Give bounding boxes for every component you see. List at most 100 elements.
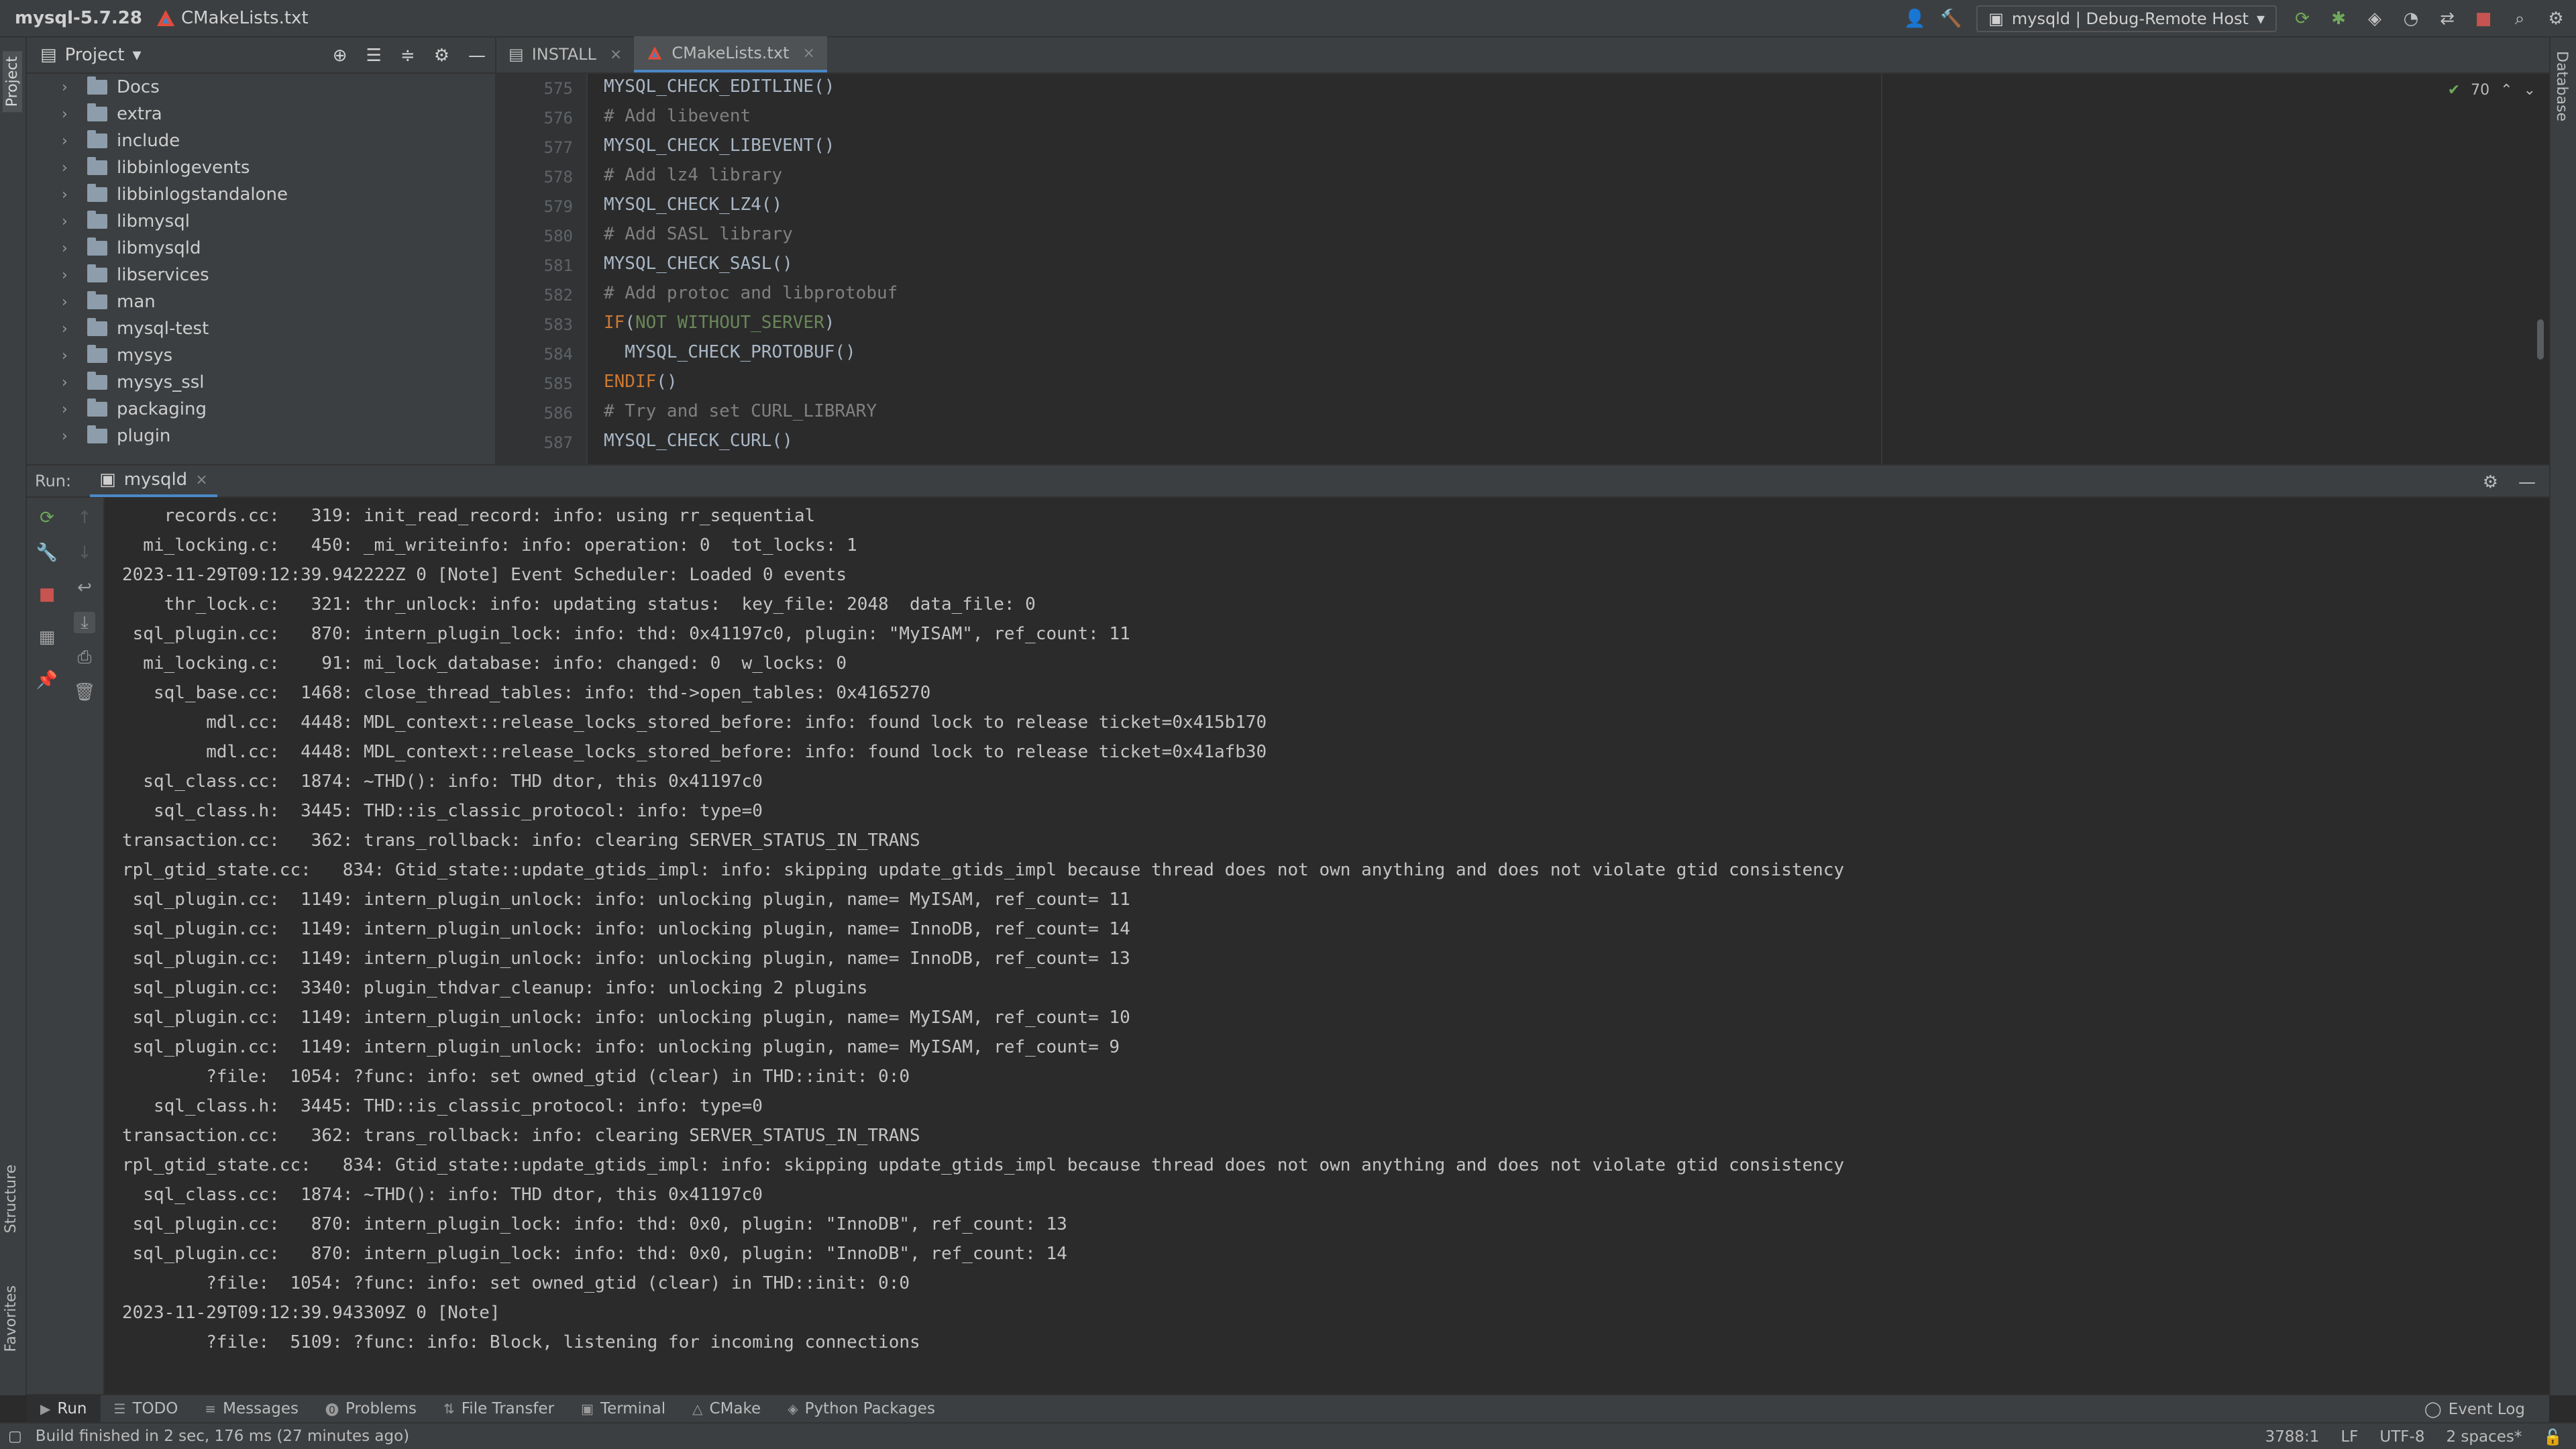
run-configuration-selector[interactable]: ▣ mysqld | Debug-Remote Host ▾ [1976, 5, 2277, 32]
expand-all-icon[interactable]: ☰ [366, 46, 382, 66]
project-tool-tab[interactable]: Project [3, 51, 22, 113]
lock-icon[interactable]: 🔓 [2543, 1428, 2563, 1446]
caret-position[interactable]: 3788:1 [2265, 1428, 2319, 1446]
tree-item-mysql-test[interactable]: › mysql-test [27, 315, 495, 342]
stop-icon[interactable]: ■ [2473, 8, 2494, 30]
chevron-right-icon[interactable]: › [62, 267, 75, 284]
tree-item-extra[interactable]: › extra [27, 101, 495, 127]
run-console-output[interactable]: records.cc: 319: init_read_record: info:… [106, 498, 2549, 1394]
console-line: ?file: 1054: ?func: info: set owned_gtid… [122, 1067, 910, 1087]
pin-icon[interactable]: 📌 [36, 669, 58, 691]
tool-tab-cmake[interactable]: △ CMake [679, 1395, 774, 1423]
code-view[interactable]: MYSQL_CHECK_EDITLINE() # Add libevent MYSQ… [589, 74, 2549, 464]
tree-item-docs[interactable]: › Docs [27, 74, 495, 101]
chevron-right-icon[interactable]: › [62, 160, 75, 176]
chevron-right-icon[interactable]: › [62, 374, 75, 391]
tool-tab-problems[interactable]: ⓿ Problems [312, 1395, 430, 1423]
chevron-down-icon[interactable]: ⌄ [2524, 82, 2536, 99]
status-toggle-icon[interactable]: ▢ [8, 1428, 22, 1445]
tool-tab-messages[interactable]: ≡ Messages [191, 1395, 312, 1423]
chevron-right-icon[interactable]: › [62, 428, 75, 445]
scroll-to-end-icon[interactable]: ⤓ [74, 612, 95, 633]
tool-tab-run[interactable]: ▶ Run [27, 1395, 101, 1423]
hide-icon[interactable]: — [468, 46, 486, 66]
tree-item-mysys[interactable]: › mysys [27, 342, 495, 369]
tree-item-libbinlogevents[interactable]: › libbinlogevents [27, 154, 495, 181]
tab-cmakelists[interactable]: CMakeLists.txt × [634, 36, 827, 72]
database-tool-tab[interactable]: Database [2553, 51, 2570, 121]
chevron-right-icon[interactable]: › [62, 401, 75, 418]
attach-icon[interactable]: ⇄ [2436, 8, 2458, 30]
collapse-all-icon[interactable]: ≑ [400, 46, 415, 66]
profile-icon[interactable]: ◔ [2400, 8, 2422, 30]
gear-icon[interactable]: ⚙ [434, 46, 449, 66]
trash-icon[interactable]: 🗑 [74, 682, 96, 703]
project-panel-title[interactable]: Project [65, 45, 125, 65]
rerun-icon[interactable]: ⟳ [2292, 8, 2313, 30]
line-separator[interactable]: LF [2341, 1428, 2358, 1446]
tab-install[interactable]: ▤ INSTALL × [496, 36, 634, 72]
chevron-right-icon[interactable]: › [62, 186, 75, 203]
tool-tab-terminal[interactable]: ▣ Terminal [568, 1395, 679, 1423]
stop-icon[interactable]: ■ [36, 584, 58, 605]
hide-icon[interactable]: — [2518, 472, 2536, 492]
event-log-button[interactable]: ◯ Event Log [2424, 1395, 2525, 1424]
chevron-up-icon[interactable]: ⌃ [2500, 82, 2512, 99]
layout-icon[interactable]: ▦ [36, 627, 58, 648]
indent-setting[interactable]: 2 spaces* [2446, 1428, 2522, 1446]
chevron-right-icon[interactable]: › [62, 106, 75, 123]
tree-item-mysys-ssl[interactable]: › mysys_ssl [27, 369, 495, 396]
tree-item-packaging[interactable]: › packaging [27, 396, 495, 423]
inspection-widget[interactable]: ✔ 70 ⌃ ⌄ [2448, 82, 2536, 99]
chevron-right-icon[interactable]: › [62, 294, 75, 311]
project-name[interactable]: mysql-5.7.28 [15, 8, 142, 28]
chevron-right-icon[interactable]: › [62, 133, 75, 150]
tree-item-libbinlogstandalone[interactable]: › libbinlogstandalone [27, 181, 495, 208]
console-line: 2023-11-29T09:12:39.943309Z 0 [Note] [122, 1303, 500, 1323]
arrow-down-icon[interactable]: ↓ [74, 542, 95, 564]
gear-icon[interactable]: ⚙ [2483, 472, 2498, 492]
chevron-down-icon[interactable]: ▾ [133, 45, 142, 65]
console-line: sql_plugin.cc: 1149: intern_plugin_unloc… [122, 949, 1130, 969]
soft-wrap-icon[interactable]: ↩ [74, 577, 95, 598]
console-line: transaction.cc: 362: trans_rollback: inf… [122, 830, 920, 851]
tree-item-libmysql[interactable]: › libmysql [27, 208, 495, 235]
arrow-up-icon[interactable]: ↑ [74, 507, 95, 529]
tree-item-include[interactable]: › include [27, 127, 495, 154]
close-icon[interactable]: × [195, 472, 207, 488]
print-icon[interactable]: ⎙ [74, 647, 95, 668]
coverage-icon[interactable]: ◈ [2364, 8, 2385, 30]
tool-tab-python-packages[interactable]: ◈ Python Packages [774, 1395, 949, 1423]
tool-tab-file-transfer[interactable]: ⇅ File Transfer [430, 1395, 568, 1423]
search-icon[interactable]: ⌕ [2509, 8, 2530, 30]
chevron-right-icon[interactable]: › [62, 79, 75, 96]
tree-item-libmysqld[interactable]: › libmysqld [27, 235, 495, 262]
tree-item-man[interactable]: › man [27, 288, 495, 315]
build-hammer-icon[interactable]: 🔨 [1940, 8, 1962, 30]
structure-tool-tab[interactable]: Structure [3, 1165, 19, 1233]
tab-mysqld[interactable]: ▣ mysqld × [90, 465, 217, 497]
settings-gear-icon[interactable]: ⚙ [2545, 8, 2567, 30]
chevron-right-icon[interactable]: › [62, 347, 75, 364]
editor-scrollbar[interactable] [2537, 319, 2544, 360]
file-encoding[interactable]: UTF-8 [2379, 1428, 2424, 1446]
current-file-name[interactable]: CMakeLists.txt [181, 8, 309, 28]
wrench-icon[interactable]: 🔧 [36, 542, 58, 564]
code-line: # Add SASL library [604, 224, 793, 244]
favorites-tool-tab[interactable]: Favorites [3, 1285, 19, 1352]
tree-item-plugin[interactable]: › plugin [27, 423, 495, 449]
chevron-right-icon[interactable]: › [62, 240, 75, 257]
chevron-right-icon[interactable]: › [62, 213, 75, 230]
line-number: 579 [543, 197, 573, 216]
tree-item-libservices[interactable]: › libservices [27, 262, 495, 288]
tool-tab-todo[interactable]: ☰ TODO [101, 1395, 192, 1423]
close-icon[interactable]: × [610, 46, 622, 63]
rerun-icon[interactable]: ⟳ [36, 507, 58, 529]
locate-icon[interactable]: ⊕ [333, 46, 347, 66]
inspection-count: 70 [2471, 82, 2490, 99]
console-line: mdl.cc: 4448: MDL_context::release_locks… [122, 742, 1267, 762]
user-icon[interactable]: 👤 [1904, 8, 1925, 30]
close-icon[interactable]: × [802, 45, 814, 62]
debug-bug-icon[interactable]: ✱ [2328, 8, 2349, 30]
chevron-right-icon[interactable]: › [62, 321, 75, 337]
